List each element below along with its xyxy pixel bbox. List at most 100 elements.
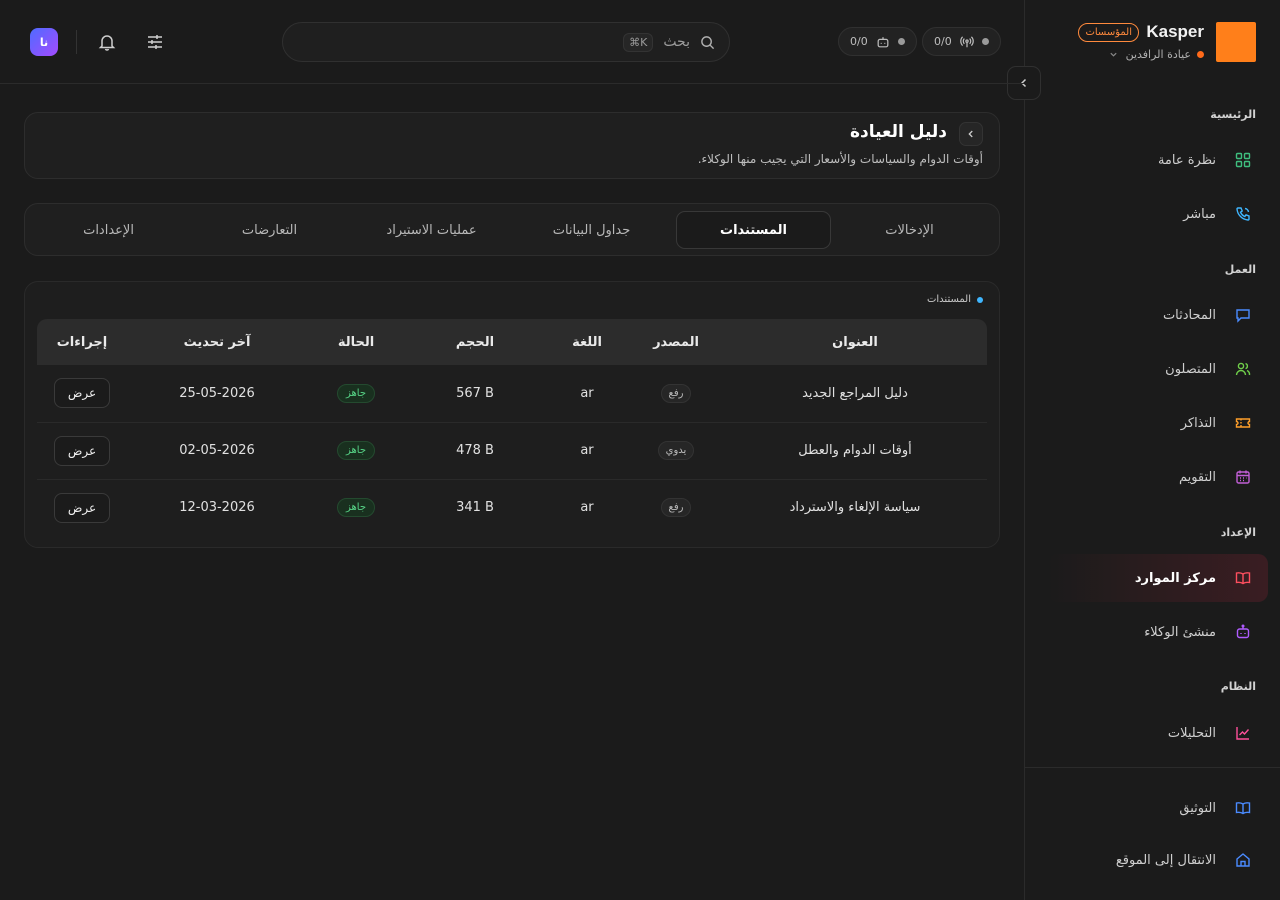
column-header-updated[interactable]: آخر تحديث bbox=[127, 319, 307, 365]
sidebar-item-label: التقويم bbox=[1178, 469, 1216, 485]
sidebar-item-go-to-site[interactable]: الانتقال إلى الموقع bbox=[1048, 837, 1268, 883]
sidebar-item-tickets[interactable]: التذاكر bbox=[1048, 400, 1268, 446]
tab-documents[interactable]: المستندات bbox=[676, 211, 831, 249]
sidebar-item-label: مباشر bbox=[1183, 206, 1216, 222]
sidebar-item-label: التذاكر bbox=[1180, 415, 1216, 431]
chat-icon bbox=[1234, 306, 1252, 324]
sidebar-item-analytics[interactable]: التحليلات bbox=[1048, 710, 1268, 756]
status-dot bbox=[897, 38, 905, 45]
status-dot bbox=[981, 38, 989, 45]
brand[interactable]: Kasper المؤسسات عيادة الرافدين bbox=[1056, 22, 1256, 62]
org-status-dot bbox=[1197, 51, 1204, 58]
brand-name: Kasper bbox=[1146, 22, 1204, 41]
sidebar-item-label: المحادثات bbox=[1162, 307, 1216, 323]
org-switcher[interactable]: عيادة الرافدين bbox=[1109, 48, 1204, 61]
sidebar-item-resource-center[interactable]: مركز الموارد bbox=[1048, 554, 1268, 602]
tab-conflicts[interactable]: التعارضات bbox=[192, 211, 347, 249]
chevron-down-icon bbox=[1109, 50, 1118, 59]
doc-language: ar bbox=[545, 422, 629, 480]
calendar-icon bbox=[1234, 468, 1252, 486]
doc-title: دليل المراجع الجديد bbox=[723, 365, 987, 423]
column-header-actions: إجراءات bbox=[56, 334, 108, 350]
view-button[interactable]: عرض bbox=[53, 435, 111, 466]
doc-title: أوقات الدوام والعطل bbox=[723, 422, 987, 480]
section-work: العمل bbox=[1224, 263, 1256, 276]
topbar-divider bbox=[76, 30, 77, 54]
source-badge: رفع bbox=[660, 383, 692, 403]
bot-icon bbox=[1234, 623, 1252, 641]
sidebar-item-label: منشئ الوكلاء bbox=[1144, 624, 1216, 640]
status-badge: جاهز bbox=[336, 383, 376, 403]
documents-card: المستندات العنوان المصدر اللغة الحجم الح… bbox=[24, 281, 1000, 548]
view-button[interactable]: عرض bbox=[53, 378, 111, 409]
sidebar-item-label: التحليلات bbox=[1167, 725, 1216, 741]
page-header: دليل العيادة أوقات الدوام والسياسات والأ… bbox=[24, 112, 1000, 179]
doc-updated: 12-03-2026 bbox=[179, 500, 255, 516]
sidebar-item-docs[interactable]: التوثيق bbox=[1048, 785, 1268, 831]
column-header-source[interactable]: المصدر bbox=[629, 319, 723, 365]
view-button[interactable]: عرض bbox=[53, 492, 111, 523]
column-header-title[interactable]: العنوان bbox=[723, 319, 987, 365]
doc-language: ar bbox=[545, 365, 629, 423]
org-name: عيادة الرافدين bbox=[1125, 48, 1191, 61]
sidebar: Kasper المؤسسات عيادة الرافدين الرئيسية … bbox=[1024, 0, 1280, 900]
book-icon bbox=[1234, 799, 1252, 817]
doc-size: 341 B bbox=[456, 500, 494, 516]
sidebar-item-label: نظرة عامة bbox=[1157, 152, 1216, 168]
column-header-language[interactable]: اللغة bbox=[545, 319, 629, 365]
column-header-size[interactable]: الحجم bbox=[405, 319, 545, 365]
section-system: النظام bbox=[1220, 680, 1256, 693]
search-shortcut: ⌘K bbox=[623, 32, 654, 52]
doc-status: جاهز bbox=[307, 422, 405, 480]
pill-value: 0/0 bbox=[934, 35, 952, 48]
doc-status: جاهز bbox=[307, 479, 405, 536]
filters-button[interactable] bbox=[143, 30, 167, 54]
doc-actions: عرض bbox=[37, 422, 127, 480]
topbar: 0/0 0/0 بحث ⌘K نا bbox=[0, 0, 1024, 84]
section-home: الرئيسية bbox=[1210, 108, 1256, 121]
doc-language: ar bbox=[580, 500, 594, 516]
pill-value: 0/0 bbox=[850, 35, 868, 48]
sidebar-item-overview[interactable]: نظرة عامة bbox=[1048, 137, 1268, 183]
back-button[interactable] bbox=[959, 122, 983, 146]
source-badge: رفع bbox=[660, 498, 692, 518]
doc-title: سياسة الإلغاء والاسترداد bbox=[789, 500, 921, 516]
tab-entries[interactable]: الإدخالات bbox=[832, 211, 987, 249]
chevron-left-icon bbox=[966, 129, 976, 139]
status-badge: جاهز bbox=[336, 441, 376, 460]
ticket-icon bbox=[1234, 414, 1252, 432]
home-icon bbox=[1234, 851, 1252, 869]
search-input[interactable]: بحث ⌘K bbox=[282, 22, 730, 62]
sidebar-item-conversations[interactable]: المحادثات bbox=[1048, 292, 1268, 338]
chart-icon bbox=[1234, 724, 1252, 742]
live-calls-pill[interactable]: 0/0 bbox=[922, 27, 1001, 56]
sidebar-item-agent-builder[interactable]: منشئ الوكلاء bbox=[1048, 609, 1268, 655]
section-setup: الإعداد bbox=[1220, 526, 1256, 539]
doc-updated: 02-05-2026 bbox=[127, 422, 307, 480]
grid-icon bbox=[1234, 151, 1252, 169]
tab-settings[interactable]: الإعدادات bbox=[31, 211, 186, 249]
doc-size: 478 B bbox=[405, 422, 545, 480]
doc-actions: عرض bbox=[37, 479, 127, 536]
sidebar-item-label: الانتقال إلى الموقع bbox=[1115, 852, 1216, 868]
bot-icon bbox=[876, 35, 890, 49]
sliders-icon bbox=[145, 32, 165, 52]
notifications-button[interactable] bbox=[95, 30, 119, 54]
avatar[interactable]: نا bbox=[30, 28, 58, 56]
plan-badge: المؤسسات bbox=[1078, 23, 1139, 42]
column-header-status[interactable]: الحالة bbox=[307, 319, 405, 365]
sidebar-divider bbox=[1024, 767, 1280, 768]
sidebar-item-label: المتصلون bbox=[1165, 361, 1216, 377]
tab-imports[interactable]: عمليات الاستيراد bbox=[354, 211, 509, 249]
bots-pill[interactable]: 0/0 bbox=[838, 27, 917, 56]
sidebar-item-label: مركز الموارد bbox=[1134, 570, 1216, 586]
doc-source: رفع bbox=[629, 365, 723, 423]
tab-data-tables[interactable]: جداول البيانات bbox=[514, 211, 669, 249]
doc-source: يدوي bbox=[629, 422, 723, 480]
table-row[interactable]: دليل المراجع الجديد رفع ar 567 B جاهز 25… bbox=[37, 365, 987, 423]
sidebar-item-calendar[interactable]: التقويم bbox=[1048, 454, 1268, 500]
sidebar-item-live[interactable]: مباشر bbox=[1048, 191, 1268, 237]
table-row[interactable]: أوقات الدوام والعطل يدوي ar 478 B جاهز 0… bbox=[37, 422, 987, 480]
table-row[interactable]: سياسة الإلغاء والاسترداد رفع ar 341 B جا… bbox=[37, 479, 987, 536]
sidebar-item-contacts[interactable]: المتصلون bbox=[1048, 346, 1268, 392]
